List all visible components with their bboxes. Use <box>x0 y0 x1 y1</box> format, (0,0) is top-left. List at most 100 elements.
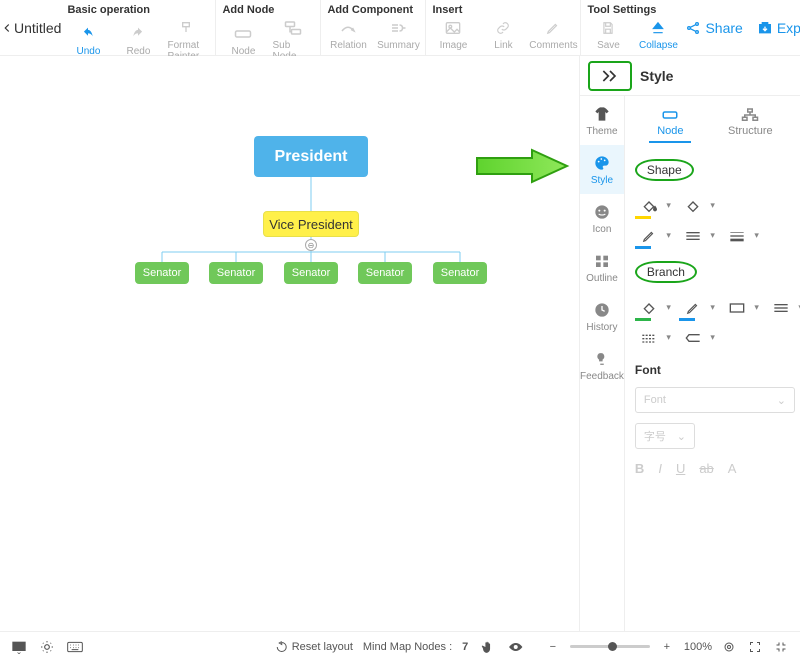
vtab-history[interactable]: History <box>580 292 624 341</box>
chevron-double-right-icon <box>600 69 620 83</box>
fullscreen-icon <box>749 641 761 653</box>
zoom-out-button[interactable]: − <box>544 638 562 656</box>
group-label: Add Node <box>222 4 314 16</box>
keyboard-icon <box>67 641 83 653</box>
border-color-button[interactable]: ▾ <box>635 225 663 247</box>
shape-fill-color-2-button[interactable]: ▾ <box>679 195 707 217</box>
outline-icon <box>592 251 612 271</box>
nodes-count: 7 <box>462 641 468 653</box>
reset-icon <box>276 641 288 653</box>
node-president[interactable]: President <box>254 136 368 177</box>
save-button[interactable]: Save <box>587 18 629 51</box>
node-senator[interactable]: Senator <box>135 262 189 284</box>
group-label: Tool Settings <box>587 4 679 16</box>
reset-layout-button[interactable]: Reset layout <box>276 638 353 656</box>
vtab-outline[interactable]: Outline <box>580 243 624 292</box>
bucket-icon <box>641 198 657 214</box>
border-style-button[interactable]: ▾ <box>679 225 707 247</box>
keyboard-button[interactable] <box>66 638 84 656</box>
node-senator[interactable]: Senator <box>209 262 263 284</box>
collapse-toggle[interactable]: ⊖ <box>305 239 317 251</box>
document-title[interactable]: Untitled <box>14 0 61 56</box>
canvas[interactable]: President Vice President ⊖ Senator Senat… <box>0 56 579 631</box>
font-family-select[interactable]: Font⌄ <box>635 387 795 413</box>
presentation-icon <box>11 640 27 654</box>
share-button[interactable]: Share <box>685 20 742 36</box>
border-width-button[interactable]: ▾ <box>723 225 751 247</box>
node-senator[interactable]: Senator <box>284 262 338 284</box>
lines-icon <box>685 230 701 242</box>
bold-button[interactable]: B <box>635 461 644 476</box>
node-senator[interactable]: Senator <box>433 262 487 284</box>
panel-collapse-button[interactable] <box>588 61 632 91</box>
vtab-feedback[interactable]: Feedback <box>580 341 624 390</box>
style-panel: Style Theme Style Icon Outline <box>579 56 800 631</box>
branch-line-color-button[interactable]: ▾ <box>679 297 707 319</box>
save-icon <box>598 18 618 38</box>
toolbar-group-add-component: Add Component Relation Summary <box>320 0 425 64</box>
insert-image-button[interactable]: Image <box>432 18 474 51</box>
brightness-button[interactable] <box>38 638 56 656</box>
branch-arrow-button[interactable]: ▾ <box>679 327 707 349</box>
fullscreen-button[interactable] <box>746 638 764 656</box>
branch-fill-button[interactable]: ▾ <box>635 297 663 319</box>
vtab-style[interactable]: Style <box>580 145 624 194</box>
pencil-icon <box>686 301 700 315</box>
sub-node-icon <box>283 18 303 38</box>
toolbar-group-insert: Insert Image Link Comments <box>425 0 580 64</box>
font-size-select[interactable]: 字号⌄ <box>635 423 695 449</box>
structure-icon <box>741 108 759 122</box>
export-icon <box>757 20 773 36</box>
section-branch: Branch <box>635 261 697 283</box>
italic-button[interactable]: I <box>658 461 662 476</box>
eye-tool-button[interactable] <box>506 638 524 656</box>
hand-tool-button[interactable] <box>478 638 496 656</box>
exit-fullscreen-button[interactable] <box>772 638 790 656</box>
thickness-icon <box>729 230 745 242</box>
collapse-button[interactable]: Collapse <box>637 18 679 51</box>
dash-icon <box>641 332 657 344</box>
toolbar-group-tool-settings: Tool Settings Save Collapse <box>580 0 685 64</box>
node-icon <box>661 108 679 122</box>
lines-icon <box>773 302 789 314</box>
toolbar-group-basic: Basic operation Undo Redo Format Painter <box>61 0 215 64</box>
clock-icon <box>592 300 612 320</box>
subtab-node[interactable]: Node <box>649 104 691 143</box>
summary-button[interactable]: Summary <box>377 18 419 51</box>
vtab-theme[interactable]: Theme <box>580 96 624 145</box>
fit-button[interactable] <box>720 638 738 656</box>
hand-icon <box>480 640 494 654</box>
group-label: Basic operation <box>67 4 209 16</box>
underline-button[interactable]: U <box>676 461 685 476</box>
palette-icon <box>592 153 612 173</box>
node-icon <box>233 24 253 44</box>
branch-dash-button[interactable]: ▾ <box>635 327 663 349</box>
section-font: Font <box>635 363 795 377</box>
zoom-in-button[interactable]: + <box>658 638 676 656</box>
shape-fill-color-button[interactable]: ▾ <box>635 195 663 217</box>
image-icon <box>443 18 463 38</box>
insert-comments-button[interactable]: Comments <box>532 18 574 51</box>
section-shape: Shape <box>635 159 694 181</box>
branch-lines-button[interactable]: ▾ <box>767 297 795 319</box>
font-color-button[interactable]: A <box>728 461 737 476</box>
share-icon <box>685 20 701 36</box>
export-button[interactable]: Export <box>757 20 800 36</box>
brush-icon <box>178 18 198 38</box>
strikethrough-button[interactable]: ab <box>699 461 713 476</box>
group-label: Insert <box>432 4 574 16</box>
subtab-structure[interactable]: Structure <box>720 104 781 143</box>
node-vice-president[interactable]: Vice President <box>263 211 359 237</box>
eye-icon <box>507 641 523 653</box>
relation-button[interactable]: Relation <box>327 18 369 51</box>
back-button[interactable] <box>0 0 14 56</box>
branch-rect-button[interactable]: ▾ <box>723 297 751 319</box>
insert-link-button[interactable]: Link <box>482 18 524 51</box>
summary-icon <box>388 18 408 38</box>
presentation-button[interactable] <box>10 638 28 656</box>
zoom-slider[interactable] <box>570 645 650 648</box>
vtab-icon[interactable]: Icon <box>580 194 624 243</box>
exit-fullscreen-icon <box>775 641 787 653</box>
node-senator[interactable]: Senator <box>358 262 412 284</box>
target-icon <box>723 641 735 653</box>
